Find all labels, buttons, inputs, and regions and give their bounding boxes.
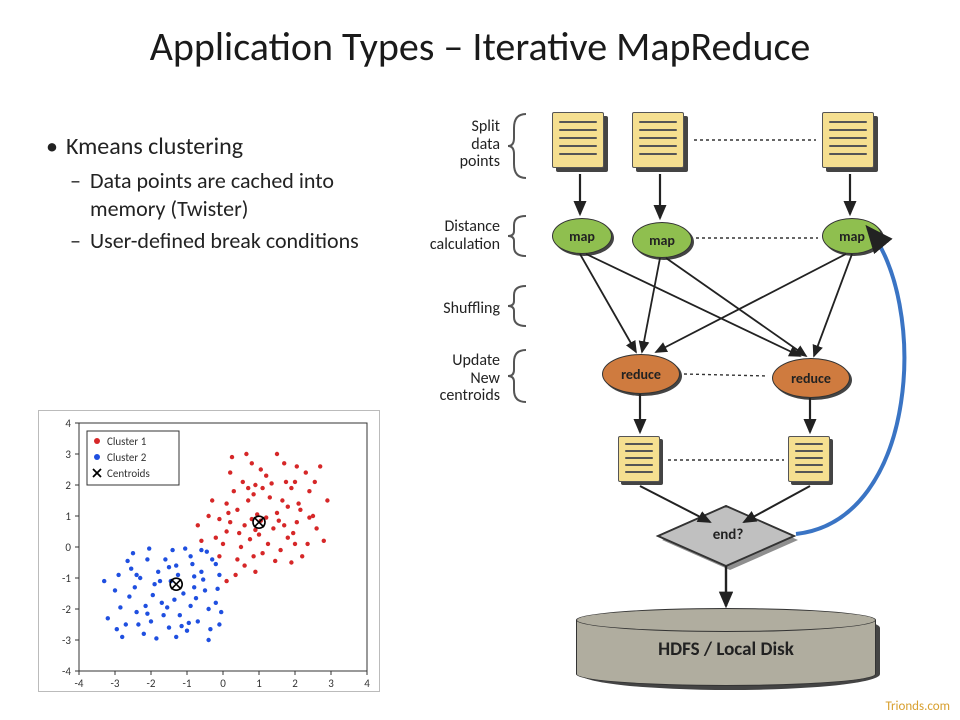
svg-text:1: 1 <box>256 677 262 690</box>
legend-cluster2: Cluster 2 <box>107 451 147 464</box>
svg-text:-2: -2 <box>62 603 71 616</box>
input-doc-1 <box>552 112 604 168</box>
input-doc-3 <box>822 112 874 168</box>
svg-text:-1: -1 <box>183 677 192 690</box>
svg-text:-4: -4 <box>62 665 71 678</box>
map-node-1: map <box>552 218 612 254</box>
bullet-2: Data points are cached into memory (Twis… <box>44 167 384 223</box>
svg-text:3: 3 <box>328 677 334 690</box>
label-shuffling: Shuffling <box>360 300 500 318</box>
reduce-node-2: reduce <box>772 358 850 398</box>
brace-shuf <box>506 284 530 328</box>
output-doc-2 <box>788 436 830 482</box>
svg-text:2: 2 <box>292 677 298 690</box>
svg-text:-3: -3 <box>111 677 120 690</box>
output-doc-1 <box>618 436 660 482</box>
label-update: Update New centroids <box>360 352 500 405</box>
end-label: end? <box>700 526 756 544</box>
svg-text:-2: -2 <box>147 677 156 690</box>
slide-title: Application Types – Iterative MapReduce <box>0 22 960 71</box>
svg-text:0: 0 <box>65 541 71 554</box>
bullet-3: User-defined break conditions <box>44 227 384 255</box>
svg-text:-3: -3 <box>62 634 71 647</box>
svg-text:0: 0 <box>220 677 226 690</box>
label-distance: Distance calculation <box>360 218 500 253</box>
legend-centroids: Centroids <box>107 467 150 480</box>
svg-text:2: 2 <box>65 479 71 492</box>
legend-cluster1: Cluster 1 <box>107 435 147 448</box>
brace-dist <box>506 214 530 258</box>
svg-text:-1: -1 <box>62 572 71 585</box>
brace-upd <box>506 348 530 404</box>
brace-split <box>506 112 530 180</box>
watermark: Trionds.com <box>885 699 950 714</box>
label-split: Split data points <box>360 118 500 171</box>
bullet-list: Kmeans clustering Data points are cached… <box>44 132 384 255</box>
svg-text:1: 1 <box>65 510 71 523</box>
hdfs-cylinder: HDFS / Local Disk <box>576 608 876 686</box>
map-node-2: map <box>632 222 692 258</box>
svg-text:3: 3 <box>65 448 71 461</box>
reduce-node-1: reduce <box>602 354 680 394</box>
scatter-chart: Cluster 1 Cluster 2 Centroids -4 -3 -2 -1 0 1… <box>38 410 380 692</box>
input-doc-2 <box>632 112 684 168</box>
map-node-3: map <box>822 218 882 254</box>
svg-text:4: 4 <box>364 677 370 690</box>
bullet-1: Kmeans clustering <box>44 132 384 163</box>
svg-text:4: 4 <box>65 417 71 430</box>
svg-text:-4: -4 <box>75 677 84 690</box>
